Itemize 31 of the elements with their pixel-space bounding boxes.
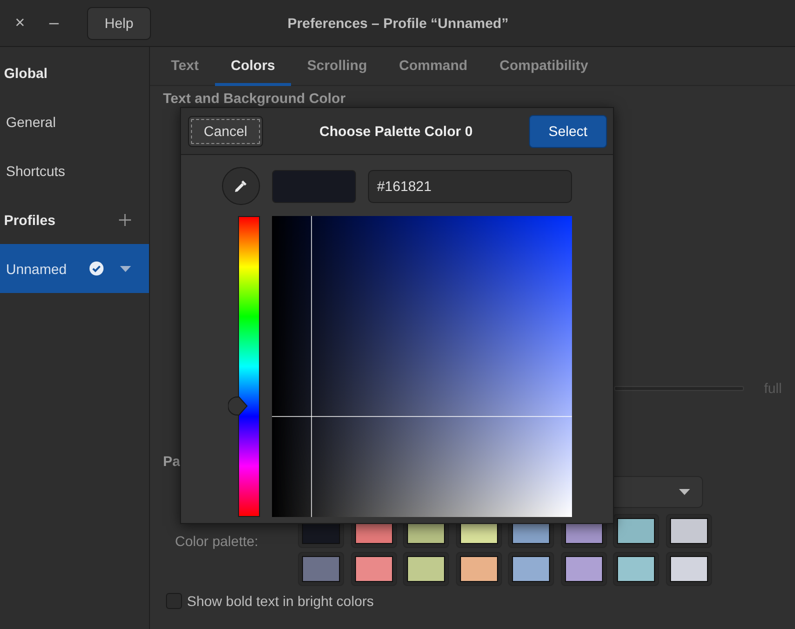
dialog-title: Choose Palette Color 0 [318, 123, 474, 139]
tab[interactable]: Colors [214, 47, 292, 86]
help-button[interactable]: Help [87, 6, 151, 40]
sidebar-item[interactable]: Shortcuts [0, 146, 149, 195]
close-button[interactable]: × [3, 8, 37, 38]
sidebar-item[interactable]: Unnamed [0, 244, 149, 293]
section-heading: Pa [163, 452, 180, 468]
hex-input-field[interactable]: #161821 [368, 170, 572, 202]
tab[interactable]: Command [383, 47, 484, 86]
sidebar-heading: Global [4, 64, 48, 80]
section-heading: Text and Background Color [163, 90, 346, 106]
slider-track[interactable] [614, 386, 744, 390]
minimize-button[interactable]: – [37, 8, 71, 38]
select-button[interactable]: Select [529, 114, 607, 148]
caret-icon[interactable] [120, 266, 131, 272]
tab[interactable]: Compatibility [483, 47, 604, 86]
cancel-button[interactable]: Cancel [188, 116, 263, 146]
caret-icon [679, 489, 690, 495]
eyedropper-icon [233, 178, 249, 194]
tab[interactable]: Scrolling [291, 47, 383, 86]
sidebar-item[interactable]: General [0, 97, 149, 146]
eyedropper-button[interactable] [222, 167, 260, 205]
sidebar-heading: Profiles [4, 212, 56, 228]
slider-thumb[interactable] [228, 396, 248, 416]
field-label: Color palette: [174, 533, 260, 550]
tab[interactable]: Text [155, 47, 215, 86]
checkbox-label: Show bold text in bright colors [187, 593, 374, 609]
color-plane[interactable] [272, 216, 572, 517]
add-icon[interactable] [119, 214, 131, 226]
hue-slider[interactable] [228, 216, 260, 517]
window-title: Preferences – Profile “Unnamed” [288, 15, 508, 31]
